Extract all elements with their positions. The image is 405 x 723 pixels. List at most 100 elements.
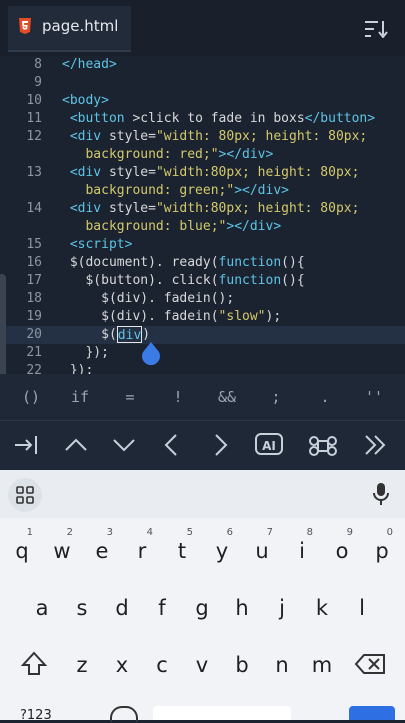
key-q[interactable]: q1 <box>4 528 40 571</box>
symbol-key[interactable]: ; <box>256 388 296 406</box>
code-token: <div <box>62 201 109 216</box>
cursor-right-icon[interactable] <box>205 431 235 459</box>
line-number: 10 <box>26 93 42 108</box>
keyboard-menu-button[interactable] <box>8 478 42 512</box>
code-line[interactable]: 20 $(div) <box>0 326 405 344</box>
code-line[interactable]: 11 <button >click to fade in boxs</butto… <box>0 110 405 128</box>
microphone-icon[interactable] <box>371 482 391 506</box>
symbol-key[interactable]: () <box>11 388 51 406</box>
numbers-key[interactable]: ?123 <box>20 708 52 723</box>
code-line[interactable]: 9 <box>0 74 405 92</box>
code-line[interactable]: 8 </head> <box>0 56 405 74</box>
tab-indent-icon[interactable] <box>12 431 42 459</box>
key-t[interactable]: t5 <box>164 528 200 571</box>
key-hint: 0 <box>386 527 393 538</box>
code-text: $(div). fadein("slow"); <box>62 308 281 326</box>
key-g[interactable]: g <box>184 588 220 628</box>
code-line[interactable]: 12 <div style="width: 80px; height: 80px… <box>0 128 405 146</box>
key-c[interactable]: c <box>144 645 180 685</box>
key-u[interactable]: u7 <box>244 527 280 571</box>
key-w[interactable]: w2 <box>44 527 80 571</box>
key-label: s <box>76 596 88 620</box>
code-text: $(document). ready(function(){ <box>62 254 305 272</box>
backspace-icon[interactable] <box>350 644 394 684</box>
code-line[interactable]: 17 $(button). click(function(){ <box>0 272 405 290</box>
key-i[interactable]: i8 <box>284 528 320 571</box>
key-e[interactable]: e3 <box>84 528 120 571</box>
code-line[interactable]: 13 <div style="width:80px; height: 80px; <box>0 164 405 182</box>
symbol-key[interactable]: && <box>207 388 247 406</box>
key-n[interactable]: n <box>264 645 300 685</box>
text-cursor-handle-icon[interactable] <box>141 342 161 366</box>
key-k[interactable]: k <box>304 588 340 628</box>
sort-icon[interactable] <box>365 20 389 38</box>
key-x[interactable]: x <box>104 645 140 685</box>
symbol-key[interactable]: '' <box>354 388 394 406</box>
code-line[interactable]: 16 $(document). ready(function(){ <box>0 254 405 272</box>
code-token: background: blue;" <box>62 219 227 234</box>
cursor-down-icon[interactable] <box>109 431 139 459</box>
code-token: >click to fade in boxs <box>132 111 305 126</box>
code-text: background: red;"></div> <box>62 146 273 164</box>
code-line[interactable]: 19 $(div). fadein("slow"); <box>0 308 405 326</box>
code-text: </head> <box>62 56 117 74</box>
code-token: ></div> <box>218 147 274 162</box>
line-number: 18 <box>26 291 42 306</box>
key-p[interactable]: p0 <box>364 527 400 571</box>
cursor-left-icon[interactable] <box>157 431 187 459</box>
code-line[interactable]: 22 }); <box>0 362 405 374</box>
code-line[interactable]: background: green;"></div> <box>0 182 405 200</box>
key-o[interactable]: o9 <box>324 528 360 571</box>
enter-key[interactable] <box>349 706 395 720</box>
code-token: }); <box>62 363 94 374</box>
code-token: </button> <box>304 111 376 126</box>
key-v[interactable]: v <box>184 645 220 685</box>
key-l[interactable]: l <box>344 588 380 628</box>
code-line[interactable]: 18 $(div). fadein(); <box>0 290 405 308</box>
key-a[interactable]: a <box>24 588 60 628</box>
key-d[interactable]: d <box>104 588 140 628</box>
code-line[interactable]: 14 <div style="width:80px; height: 80px; <box>0 200 405 218</box>
symbol-key[interactable]: if <box>60 388 100 406</box>
key-j[interactable]: j <box>264 588 300 628</box>
scroll-handle[interactable] <box>0 274 6 384</box>
symbol-key[interactable]: = <box>110 388 150 406</box>
code-token: style= <box>108 165 156 180</box>
code-token: <script> <box>62 237 133 252</box>
line-number: 21 <box>26 345 42 360</box>
code-line[interactable]: background: blue;"></div> <box>0 218 405 236</box>
key-hint: 7 <box>266 527 273 538</box>
ai-button[interactable]: AI <box>255 433 283 455</box>
key-r[interactable]: r4 <box>124 528 160 571</box>
code-line[interactable]: 10 <body> <box>0 92 405 110</box>
code-token: (){ <box>281 273 305 288</box>
symbol-key[interactable]: . <box>305 388 345 406</box>
double-chevron-right-icon[interactable] <box>360 431 390 459</box>
code-token: $(button). click( <box>62 273 219 288</box>
code-token: "slow" <box>218 309 266 324</box>
code-token: ); <box>265 309 282 324</box>
code-token: <body> <box>62 93 109 108</box>
code-line[interactable]: 21 }); <box>0 344 405 362</box>
key-label: l <box>359 596 365 620</box>
file-tab[interactable]: page.html <box>8 6 131 52</box>
key-y[interactable]: y6 <box>204 528 240 571</box>
symbol-key[interactable]: ! <box>158 388 198 406</box>
key-m[interactable]: m <box>304 645 340 685</box>
key-h[interactable]: h <box>224 588 260 628</box>
key-hint: 2 <box>66 527 73 538</box>
code-line[interactable]: 15 <script> <box>0 236 405 254</box>
cursor-up-icon[interactable] <box>61 431 91 459</box>
space-key[interactable] <box>153 706 291 720</box>
code-line[interactable]: background: red;"></div> <box>0 146 405 164</box>
shift-icon[interactable] <box>12 644 56 684</box>
code-text: <div style="width:80px; height: 80px; <box>62 200 360 218</box>
key-s[interactable]: s <box>64 588 100 628</box>
code-text: <div style="width:80px; height: 80px; <box>62 164 360 182</box>
key-b[interactable]: b <box>224 645 260 685</box>
key-z[interactable]: z <box>64 645 100 685</box>
code-token: <div <box>62 165 109 180</box>
code-editor[interactable]: 8 </head> 9 10 <body> 11 <button >click to fa… <box>0 56 405 374</box>
command-icon[interactable] <box>308 431 338 459</box>
key-f[interactable]: f <box>144 588 180 628</box>
